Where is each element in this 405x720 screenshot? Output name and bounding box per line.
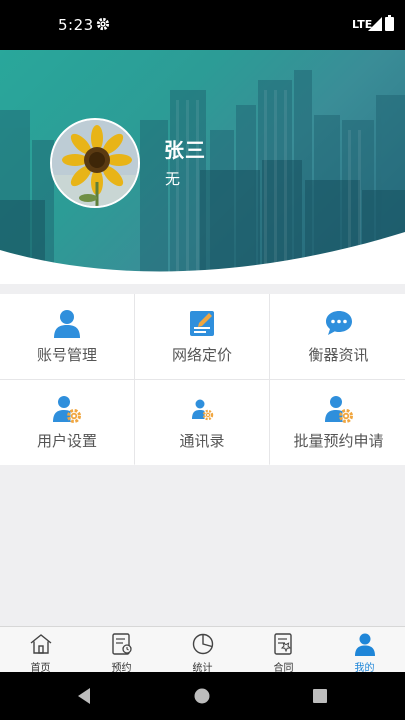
tab-contract[interactable]: 合同 [243,627,324,674]
menu-item-contacts[interactable]: 通讯录 [135,380,269,465]
pie-chart-icon [192,633,213,655]
home-button-icon[interactable] [192,686,212,706]
menu-item-label: 网络定价 [171,346,232,364]
menu-item-label: 通讯录 [179,432,225,450]
tab-home[interactable]: 首页 [0,627,81,674]
menu-item-label: 批量预约申请 [293,432,384,450]
menu-item-batch-booking[interactable]: 批量预约申请 [270,380,405,465]
menu-item-user-settings[interactable]: 用户设置 [0,380,134,465]
booking-icon [111,633,132,655]
menu-item-scale-news[interactable]: 衡器资讯 [270,294,405,379]
edit-note-icon [190,311,214,336]
chat-bubble-icon [325,311,352,335]
menu-item-network-pricing[interactable]: 网络定价 [135,294,269,379]
battery-icon [385,15,394,31]
contacts-icon [192,399,214,421]
status-time: 5:23 [58,16,94,34]
settings-gear-icon [96,17,110,31]
home-icon [30,634,51,654]
menu-item-label: 用户设置 [36,432,97,450]
sunflower-image [52,120,138,206]
tab-statistics[interactable]: 统计 [162,627,243,674]
status-bar: 5:23 LTE [0,0,405,50]
user-subtitle: 无 [165,170,181,188]
profile-icon [354,633,375,656]
person-icon [54,310,80,338]
signal-icon [368,17,382,31]
bottom-tab-bar: 首页 预约 统计 合同 我的 [0,626,405,674]
menu-grid: 账号管理 网络定价 衡器资讯 用户设置 通讯录 批量预约申请 [0,294,405,465]
menu-item-account-management[interactable]: 账号管理 [0,294,134,379]
menu-item-label: 衡器资讯 [308,346,369,364]
recents-icon[interactable] [310,686,330,706]
menu-item-label: 账号管理 [36,346,97,364]
avatar[interactable] [50,118,140,208]
user-settings-icon [53,396,81,423]
back-icon[interactable] [74,686,94,706]
header-wave [0,232,405,284]
user-gear-icon [324,396,353,423]
tab-mine[interactable]: 我的 [324,627,405,674]
system-nav-bar [0,672,405,720]
tab-booking[interactable]: 预约 [81,627,162,674]
user-name: 张三 [164,138,206,162]
contract-icon [273,633,292,655]
